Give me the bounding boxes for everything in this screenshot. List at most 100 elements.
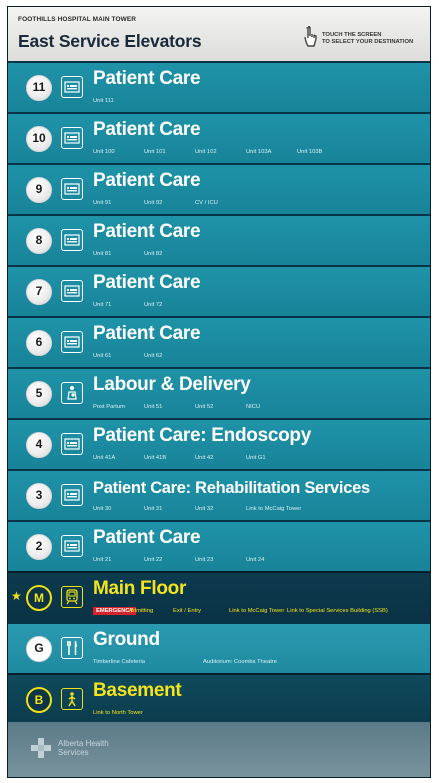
- destination-label: Timberline Cafeteria: [93, 659, 145, 665]
- floor-number-badge: 2: [26, 534, 52, 560]
- floor-button-b[interactable]: B Basement Link to North Tower: [8, 673, 430, 724]
- header: FOOTHILLS HOSPITAL MAIN TOWER East Servi…: [8, 7, 430, 61]
- floor-button-3[interactable]: 3 Patient Care: Rehabilitation Services Un…: [8, 469, 430, 520]
- destination-label: Link to McCaig Tower: [246, 506, 302, 512]
- mother-baby-icon: [61, 382, 83, 404]
- floor-number-badge: M: [26, 585, 52, 611]
- floor-number-badge: 3: [26, 483, 52, 509]
- floor-number-badge: B: [26, 687, 52, 713]
- floor-title: Patient Care: [93, 170, 201, 191]
- destination-label: Unit 23: [195, 557, 214, 563]
- destination-label: Unit 101: [144, 149, 166, 155]
- touch-hint-line1: TOUCH THE SCREEN: [322, 32, 382, 38]
- bed-icon: [61, 484, 83, 506]
- building-name: FOOTHILLS HOSPITAL MAIN TOWER: [18, 16, 137, 23]
- bed-icon: [61, 535, 83, 557]
- bed-icon: [61, 433, 83, 455]
- floor-number-badge: 9: [26, 177, 52, 203]
- destination-label: Unit 31: [144, 506, 163, 512]
- destination-label: Unit 100: [93, 149, 115, 155]
- floor-button-10[interactable]: 10 Patient Care Unit 100 Unit 101 Unit 102 Un…: [8, 112, 430, 163]
- floor-number-badge: 4: [26, 432, 52, 458]
- train-icon: [61, 586, 83, 608]
- floor-button-4[interactable]: 4 Patient Care: Endoscopy Unit 41A Unit 41B…: [8, 418, 430, 469]
- bed-icon: [61, 229, 83, 251]
- touch-hint-line2: TO SELECT YOUR DESTINATION: [322, 39, 414, 45]
- destination-label: Unit 22: [144, 557, 163, 563]
- bed-icon: [61, 280, 83, 302]
- bed-icon: [61, 331, 83, 353]
- floor-button-11[interactable]: 11 Patient Care Unit 111: [8, 61, 430, 112]
- floor-button-g[interactable]: G Ground Timberline Cafeteria Auditorium: C…: [8, 622, 430, 673]
- floor-button-7[interactable]: 7 Patient Care Unit 71 Unit 72: [8, 265, 430, 316]
- floor-destinations: Timberline Cafeteria Auditorium: Coombs T…: [93, 659, 423, 669]
- org-name-line2: Services: [58, 748, 89, 757]
- bed-icon: [61, 127, 83, 149]
- floor-destinations: Unit 21 Unit 22 Unit 23 Unit 24: [93, 557, 423, 567]
- destination-label: Admitting: [129, 608, 154, 614]
- floor-button-2[interactable]: 2 Patient Care Unit 21 Unit 22 Unit 23 Unit 2…: [8, 520, 430, 571]
- floor-destinations: Unit 30 Unit 31 Unit 32 Link to McCaig Towe…: [93, 506, 423, 516]
- destination-label: Unit 21: [93, 557, 112, 563]
- floor-title: Labour & Delivery: [93, 374, 251, 395]
- floor-number-badge: 10: [26, 126, 52, 152]
- floor-title: Main Floor: [93, 578, 187, 599]
- destination-label: Unit 103B: [297, 149, 323, 155]
- floor-title: Patient Care: [93, 272, 201, 293]
- floor-title: Patient Care: [93, 323, 201, 344]
- floor-destinations: Link to North Tower: [93, 710, 423, 720]
- footer: Alberta Health Services: [8, 722, 430, 777]
- destination-label: Unit 82: [144, 251, 163, 257]
- elevator-directory-screen: FOOTHILLS HOSPITAL MAIN TOWER East Servi…: [7, 6, 431, 778]
- bed-icon: [61, 178, 83, 200]
- floor-title: Patient Care: Endoscopy: [93, 425, 311, 446]
- destination-label: Unit 102: [195, 149, 217, 155]
- destination-label: Unit 51: [144, 404, 163, 410]
- floor-button-9[interactable]: 9 Patient Care Unit 91 Unit 92 CV / ICU: [8, 163, 430, 214]
- destination-label: Unit 30: [93, 506, 112, 512]
- touch-hint: TOUCH THE SCREEN TO SELECT YOUR DESTINAT…: [302, 25, 422, 51]
- destination-label: Exit / Entry: [173, 608, 202, 614]
- floor-button-6[interactable]: 6 Patient Care Unit 61 Unit 62: [8, 316, 430, 367]
- floor-title: Patient Care: [93, 527, 201, 548]
- floor-title: Patient Care: Rehabilitation Services: [93, 479, 370, 497]
- floor-destinations: Unit 81 Unit 82: [93, 251, 423, 261]
- destination-label: Unit 52: [195, 404, 214, 410]
- current-floor-star-icon: ★: [11, 589, 22, 603]
- floor-button-5[interactable]: 5 Labour & Delivery Post Partum Unit 51 Unit…: [8, 367, 430, 418]
- floor-title: Patient Care: [93, 68, 201, 89]
- destination-label: Link to Special Services Building (SSB): [287, 608, 388, 614]
- destination-label: Unit 32: [195, 506, 214, 512]
- destination-label: Unit 42: [195, 455, 214, 461]
- cafeteria-icon: [61, 637, 83, 659]
- floor-number-badge: 5: [26, 381, 52, 407]
- destination-label: Unit 103A: [246, 149, 272, 155]
- destination-label: Link to McCaig Tower: [229, 608, 285, 614]
- destination-label: Auditorium: Coombs Theatre: [203, 659, 277, 665]
- floor-number-badge: 6: [26, 330, 52, 356]
- destination-label: Unit 41A: [93, 455, 116, 461]
- floor-destinations: Unit 111: [93, 98, 423, 108]
- destination-label: Unit 24: [246, 557, 265, 563]
- floor-number-badge: 7: [26, 279, 52, 305]
- floor-button-m[interactable]: ★ M Main Floor EMERGENCY Admitting Exit / Ent…: [8, 571, 430, 622]
- destination-label: Post Partum: [93, 404, 125, 410]
- touch-hand-icon: [304, 25, 317, 47]
- destination-label: Link to North Tower: [93, 710, 143, 716]
- floor-title: Patient Care: [93, 221, 201, 242]
- floor-button-8[interactable]: 8 Patient Care Unit 81 Unit 82: [8, 214, 430, 265]
- destination-label: Unit 111: [93, 98, 114, 104]
- destination-label: NICU: [246, 404, 261, 410]
- floor-title: Ground: [93, 629, 160, 650]
- org-name-line1: Alberta Health: [58, 739, 109, 748]
- floor-number-badge: 8: [26, 228, 52, 254]
- destination-label: Unit G1: [246, 455, 266, 461]
- floor-number-badge: G: [26, 636, 52, 662]
- destination-label: Unit 71: [93, 302, 112, 308]
- destination-label: CV / ICU: [195, 200, 218, 206]
- floor-destinations: Post Partum Unit 51 Unit 52 NICU: [93, 404, 423, 414]
- destination-label: Unit 62: [144, 353, 163, 359]
- destination-label: Unit 92: [144, 200, 163, 206]
- destination-label: Unit 91: [93, 200, 112, 206]
- page-title: East Service Elevators: [18, 31, 202, 51]
